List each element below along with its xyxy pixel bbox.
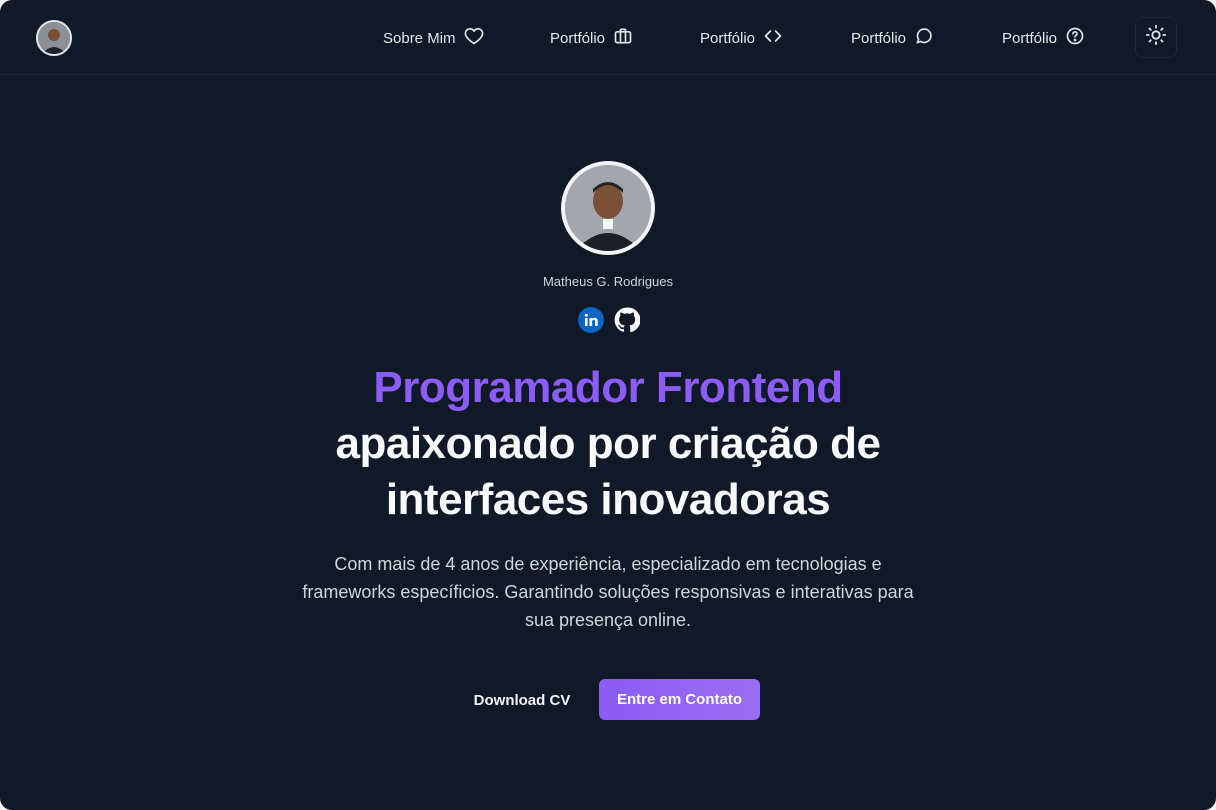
nav-item-sobre-mim[interactable]: Sobre Mim [383, 26, 484, 50]
linkedin-link[interactable] [577, 306, 605, 338]
heart-icon [464, 26, 484, 50]
profile-name: Matheus G. Rodrigues [542, 274, 674, 289]
nav-item-label: Sobre Mim [383, 29, 456, 47]
chat-bubble-icon [914, 26, 934, 50]
nav-item-label: Portfólio [700, 29, 756, 47]
profile-avatar [561, 161, 655, 255]
nav-item-portfolio-3[interactable]: Portfólio [851, 26, 934, 50]
page-frame: Sobre Mim Portfólio Portfólio Portfólio [0, 0, 1216, 810]
nav-item-portfolio-4[interactable]: Portfólio [1002, 26, 1085, 50]
help-circle-icon [1065, 26, 1085, 50]
sun-icon [1145, 24, 1167, 51]
download-cv-button[interactable]: Download CV [458, 680, 586, 720]
contact-button[interactable]: Entre em Contato [599, 679, 760, 720]
linkedin-icon [578, 306, 604, 338]
hero-headline: Programador Frontend apaixonado por cria… [0, 360, 1216, 528]
github-icon [614, 307, 641, 338]
nav-avatar[interactable] [36, 20, 72, 56]
nav-item-label: Portfólio [851, 29, 907, 47]
headline-line-2: interfaces inovadoras [385, 475, 831, 524]
nav-item-label: Portfólio [1002, 29, 1058, 47]
nav-item-portfolio-1[interactable]: Portfólio [550, 26, 633, 50]
briefcase-icon [613, 26, 633, 50]
nav-item-portfolio-2[interactable]: Portfólio [700, 26, 783, 50]
code-icon [763, 26, 783, 50]
headline-line-1: apaixonado por criação de [335, 419, 882, 468]
theme-toggle-button[interactable] [1135, 17, 1177, 58]
github-link[interactable] [613, 307, 641, 338]
headline-accent: Programador Frontend [373, 363, 843, 412]
hero-description: Com mais de 4 anos de experiência, espec… [302, 554, 914, 630]
navbar: Sobre Mim Portfólio Portfólio Portfólio [0, 0, 1216, 75]
social-links [577, 306, 641, 338]
nav-item-label: Portfólio [550, 29, 606, 47]
